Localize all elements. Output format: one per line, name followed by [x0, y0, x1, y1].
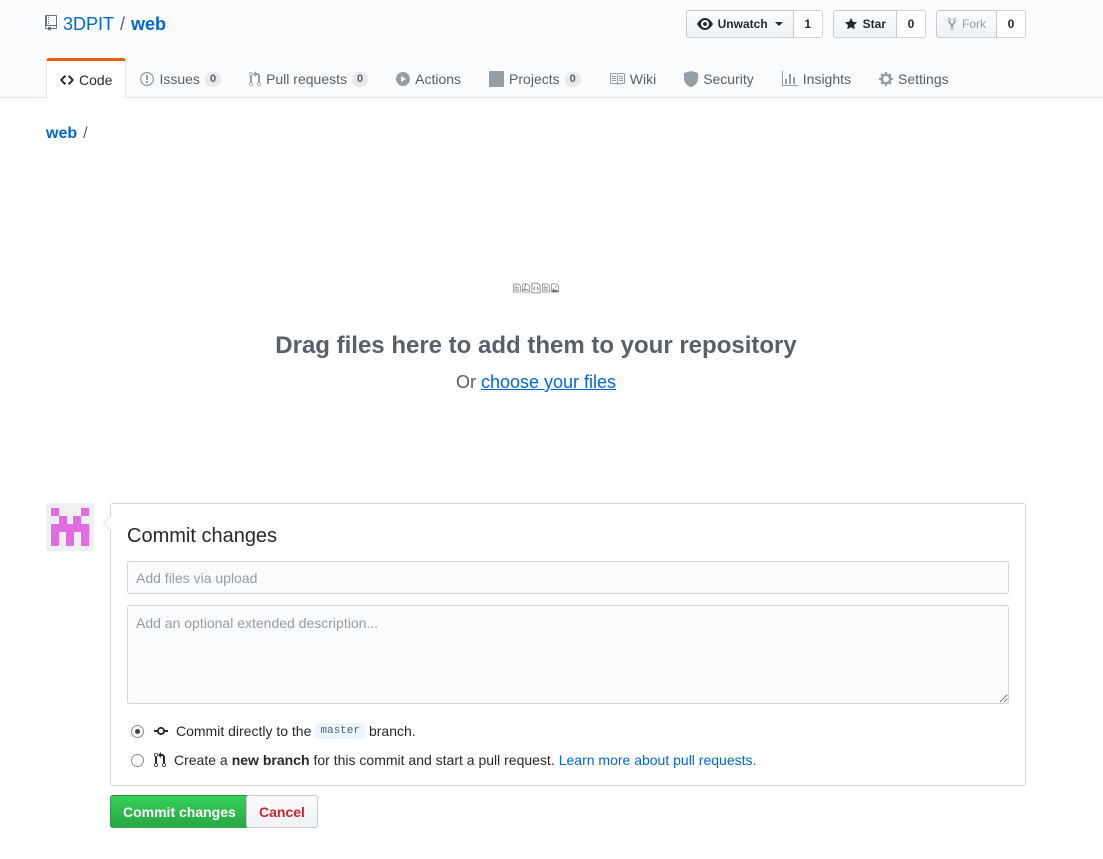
- tab-label: Issues: [159, 71, 200, 87]
- projects-counter: 0: [564, 71, 581, 87]
- avatar[interactable]: [46, 503, 94, 551]
- project-icon: [489, 71, 505, 87]
- fork-button[interactable]: Fork: [936, 10, 997, 38]
- pull-request-icon: [154, 752, 166, 768]
- commit-direct-radio[interactable]: [131, 724, 144, 738]
- breadcrumb: web /: [46, 125, 88, 143]
- tab-code[interactable]: Code: [46, 58, 127, 99]
- repo-owner-link[interactable]: 3DPIT: [63, 14, 114, 35]
- unwatch-button[interactable]: Unwatch: [685, 10, 794, 38]
- tab-pull-requests[interactable]: Pull requests 0: [235, 58, 382, 98]
- shield-icon: [684, 71, 699, 87]
- tab-label: Code: [79, 71, 113, 88]
- stargazers-count[interactable]: 0: [897, 10, 926, 38]
- tab-issues[interactable]: Issues 0: [126, 58, 235, 98]
- tab-label: Security: [703, 71, 754, 87]
- repo-actions: Unwatch 1 Star 0 Fork 0: [685, 10, 1026, 38]
- tab-projects[interactable]: Projects 0: [475, 58, 595, 98]
- tab-actions[interactable]: Actions: [382, 58, 475, 98]
- tab-label: Actions: [415, 71, 462, 87]
- tab-label: Settings: [898, 71, 949, 87]
- repo-header: 3DPIT / web Unwatch 1 Star 0 Fork 0 Code…: [0, 0, 1103, 99]
- breadcrumb-separator: /: [83, 125, 88, 142]
- new-branch-bold: new branch: [231, 752, 310, 768]
- commit-form-title: Commit changes: [127, 525, 278, 547]
- gear-icon: [879, 71, 894, 87]
- commit-summary-input[interactable]: [127, 561, 1009, 594]
- issues-counter: 0: [204, 71, 222, 87]
- choose-files-link[interactable]: choose your files: [481, 372, 616, 392]
- branch-name-badge: master: [315, 723, 365, 739]
- commit-direct-option[interactable]: Commit directly to the master branch.: [131, 721, 416, 741]
- commit-changes-button[interactable]: Commit changes: [110, 795, 249, 828]
- file-pdf-icon: [522, 283, 530, 293]
- code-icon: [60, 72, 74, 88]
- unwatch-label: Unwatch: [717, 17, 768, 31]
- tab-settings[interactable]: Settings: [865, 58, 963, 98]
- tab-label: Pull requests: [266, 71, 347, 87]
- star-icon: [844, 17, 858, 31]
- commit-direct-prefix: Commit directly to the: [176, 723, 312, 739]
- commit-description-input[interactable]: [127, 605, 1009, 704]
- learn-more-pull-requests-link[interactable]: Learn more about pull requests.: [559, 752, 757, 768]
- file-dropzone[interactable]: Drag files here to add them to your repo…: [46, 280, 1026, 393]
- tab-wiki[interactable]: Wiki: [595, 58, 670, 98]
- repo-name-link[interactable]: web: [131, 14, 166, 35]
- play-icon: [396, 71, 411, 87]
- breadcrumb-root-link[interactable]: web: [46, 125, 77, 143]
- tab-label: Wiki: [629, 71, 657, 87]
- chevron-down-icon: [774, 22, 783, 26]
- tab-label: Projects: [509, 71, 560, 87]
- cancel-button[interactable]: Cancel: [246, 795, 318, 828]
- identicon-icon: [46, 503, 94, 551]
- dropzone-sub-prefix: Or: [455, 372, 476, 392]
- fork-label: Fork: [962, 17, 986, 31]
- star-group: Star 0: [832, 10, 926, 38]
- file-type-icons: [46, 280, 1026, 296]
- forks-count[interactable]: 0: [997, 10, 1026, 38]
- tab-insights[interactable]: Insights: [768, 58, 865, 98]
- eye-icon: [696, 16, 713, 32]
- fork-icon: [947, 17, 957, 31]
- commit-direct-suffix: branch.: [368, 723, 416, 739]
- watchers-count[interactable]: 1: [793, 10, 823, 38]
- dropzone-title: Drag files here to add them to your repo…: [275, 332, 797, 359]
- new-branch-radio[interactable]: [131, 753, 144, 767]
- graph-icon: [781, 71, 798, 87]
- star-button[interactable]: Star: [832, 10, 897, 38]
- commit-icon: [154, 723, 168, 739]
- dropzone-subtitle: Or choose your files: [46, 372, 1026, 393]
- new-branch-suffix: for this commit and start a pull request…: [313, 752, 555, 768]
- tab-label: Insights: [802, 71, 852, 87]
- new-branch-option[interactable]: Create a new branch for this commit and …: [131, 750, 756, 770]
- file-text-icon: [542, 283, 550, 293]
- book-icon: [609, 71, 625, 87]
- new-branch-prefix: Create a: [174, 752, 228, 768]
- file-media-icon: [551, 283, 559, 293]
- pull-requests-counter: 0: [352, 71, 369, 87]
- tab-security[interactable]: Security: [670, 58, 768, 98]
- fork-group: Fork 0: [936, 10, 1026, 38]
- watch-group: Unwatch 1: [685, 10, 823, 38]
- pull-request-icon: [249, 71, 262, 87]
- issue-icon: [140, 71, 155, 87]
- star-label: Star: [862, 17, 886, 31]
- repo-title: 3DPIT / web: [45, 12, 166, 36]
- commit-form: Commit changes Commit directly to the ma…: [103, 503, 1026, 786]
- repo-icon: [45, 15, 59, 33]
- file-code-icon: [531, 282, 541, 294]
- file-icon: [513, 283, 521, 293]
- repo-path-separator: /: [120, 13, 126, 34]
- repo-nav: Code Issues 0 Pull requests 0 Actions Pr…: [46, 58, 963, 99]
